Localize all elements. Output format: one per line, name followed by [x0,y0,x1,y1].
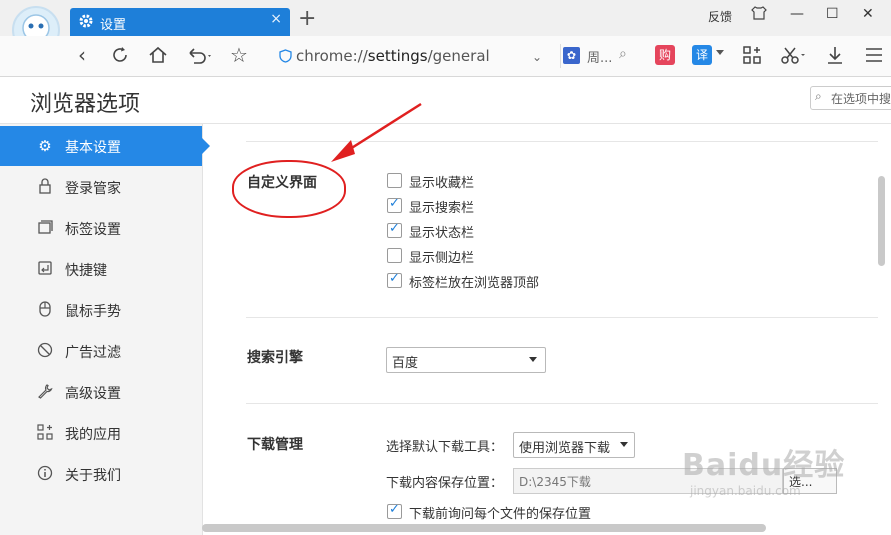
translate-button[interactable]: 译 [692,45,712,65]
mouse-icon [36,301,54,319]
chevron-down-icon [529,357,537,362]
checkbox-label: 标签栏放在浏览器顶部 [409,276,540,291]
checkbox-label: 显示侧边栏 [409,251,475,266]
watermark-brand: Baidu经验 [682,448,846,483]
sidebar-item-about[interactable]: 关于我们 [0,454,202,494]
back-icon[interactable]: ‹ [78,45,86,65]
sidebar-item-label: 高级设置 [65,386,121,402]
undo-close-icon[interactable] [186,45,214,68]
download-path-value: D:\2345下载 [519,475,591,489]
sidebar-item-tabs[interactable]: 标签设置 [0,208,202,248]
sidebar-item-advanced[interactable]: 高级设置 [0,372,202,412]
sidebar-item-login-manager[interactable]: 登录管家 [0,167,202,207]
tabs-icon [36,219,54,237]
gear-icon [79,14,93,32]
shopping-button[interactable]: 购 [655,45,675,65]
sidebar-item-label: 基本设置 [65,140,121,156]
sidebar-item-ad-filter[interactable]: 广告过滤 [0,331,202,371]
address-text[interactable]: chrome://settings/general [296,47,490,65]
download-icon[interactable] [825,45,845,68]
search-icon[interactable]: ⌕ [619,46,627,62]
sidebar-item-label: 鼠标手势 [65,304,121,320]
sidebar-item-shortcuts[interactable]: 快捷键 [0,249,202,289]
checkbox-show-sidebar[interactable] [387,248,402,263]
annotation-ellipse [232,160,346,218]
search-icon: ⌕ [815,89,822,103]
select-value: 百度 [392,356,419,371]
horizontal-scrollbar[interactable] [202,524,766,532]
block-icon [36,342,54,360]
security-shield-icon [279,49,292,67]
checkbox-label: 下载前询问每个文件的保存位置 [409,507,592,522]
close-tab-icon[interactable]: × [270,11,282,27]
sidebar-item-label: 快捷键 [65,263,107,279]
tab-settings[interactable]: 设置 × [70,8,290,36]
sidebar-item-mouse-gestures[interactable]: 鼠标手势 [0,290,202,330]
apps-icon [36,424,54,442]
section-title-download: 下载管理 [247,437,303,453]
info-icon [36,465,54,483]
minimize-button[interactable]: — [790,6,804,22]
sidebar-item-label: 登录管家 [65,181,121,197]
gear-icon: ⚙ [38,137,52,155]
wrench-icon [36,383,54,401]
new-tab-button[interactable]: + [298,8,316,30]
section-divider [246,403,878,404]
settings-search-placeholder: 在选项中搜 [831,92,891,106]
download-path-label: 下载内容保存位置： [386,476,504,491]
close-window-button[interactable]: ✕ [862,6,874,22]
search-bar[interactable]: ✿ 周... ⌕ [560,44,641,68]
page-title: 浏览器选项 [30,92,141,117]
checkbox-label: 显示状态栏 [409,226,475,241]
checkbox-label: 显示搜索栏 [409,201,475,216]
select-value: 使用浏览器下载 [519,441,611,456]
sidebar-item-label: 关于我们 [65,468,121,484]
home-icon[interactable] [148,45,168,68]
address-host: settings [367,47,428,65]
keyboard-icon [36,260,54,278]
address-path: /general [427,47,490,65]
sidebar-item-my-apps[interactable]: 我的应用 [0,413,202,453]
watermark-url: jingyan.baidu.com [690,484,801,498]
baidu-watermark: Baidu经验 jingyan.baidu.com [682,440,845,498]
favorite-star-icon[interactable]: ☆ [230,45,248,65]
section-divider [246,317,878,318]
checkbox-label: 显示收藏栏 [409,176,475,191]
checkbox-show-bookmarks[interactable] [387,173,402,188]
address-dropdown-icon[interactable]: ⌄ [532,50,542,64]
section-title-search: 搜索引擎 [247,350,303,366]
apps-grid-icon[interactable] [742,45,762,68]
download-tool-select[interactable]: 使用浏览器下载 [513,432,635,458]
download-tool-label: 选择默认下载工具： [386,440,504,455]
sidebar-item-label: 标签设置 [65,222,121,238]
sidebar-item-label: 广告过滤 [65,345,121,361]
checkbox-show-search-bar[interactable] [387,196,402,213]
vertical-scrollbar[interactable] [878,176,885,266]
annotation-arrow [331,102,422,162]
baidu-paw-icon: ✿ [563,47,580,64]
search-engine-label: 周... [587,51,613,66]
feedback-link[interactable]: 反馈 [708,8,732,25]
menu-icon[interactable] [864,45,884,68]
screenshot-scissors-icon[interactable] [780,45,808,68]
skin-icon[interactable] [751,6,767,24]
refresh-icon[interactable] [110,45,130,68]
translate-dropdown-icon[interactable] [716,50,724,55]
sidebar: ⚙ 基本设置 登录管家 标签设置 快捷键 鼠标手势 广告过滤 高级设置 我的应用… [0,124,210,535]
checkbox-show-status-bar[interactable] [387,221,402,238]
sidebar-item-label: 我的应用 [65,427,121,443]
settings-search-input[interactable]: ⌕ 在选项中搜 [810,86,891,110]
lock-icon [36,178,54,196]
checkbox-ask-save-location[interactable] [387,502,402,519]
address-scheme: chrome:// [296,47,368,65]
sidebar-item-basic[interactable]: ⚙ 基本设置 [0,126,210,166]
checkbox-tabs-on-top[interactable] [387,271,402,288]
search-engine-select[interactable]: 百度 [386,347,546,373]
maximize-button[interactable]: ☐ [826,6,839,22]
tab-title: 设置 [100,18,127,33]
chevron-down-icon [620,442,628,447]
